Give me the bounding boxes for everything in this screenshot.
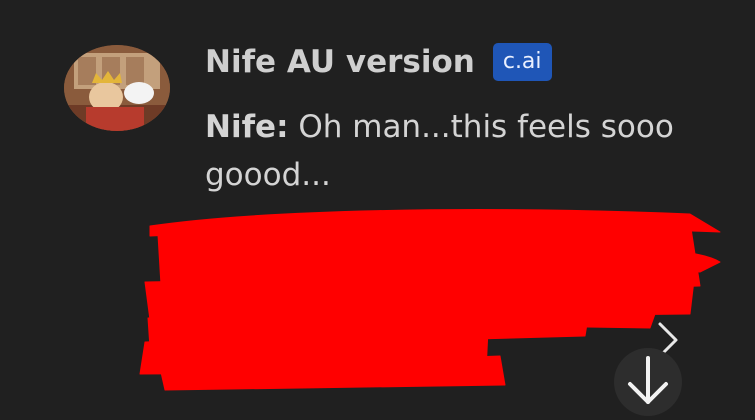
chat-message: Nife AU version c.ai Nife: Oh man...this… [0, 0, 755, 416]
arrow-down-icon [628, 356, 668, 404]
scroll-to-bottom-button[interactable] [614, 348, 682, 416]
